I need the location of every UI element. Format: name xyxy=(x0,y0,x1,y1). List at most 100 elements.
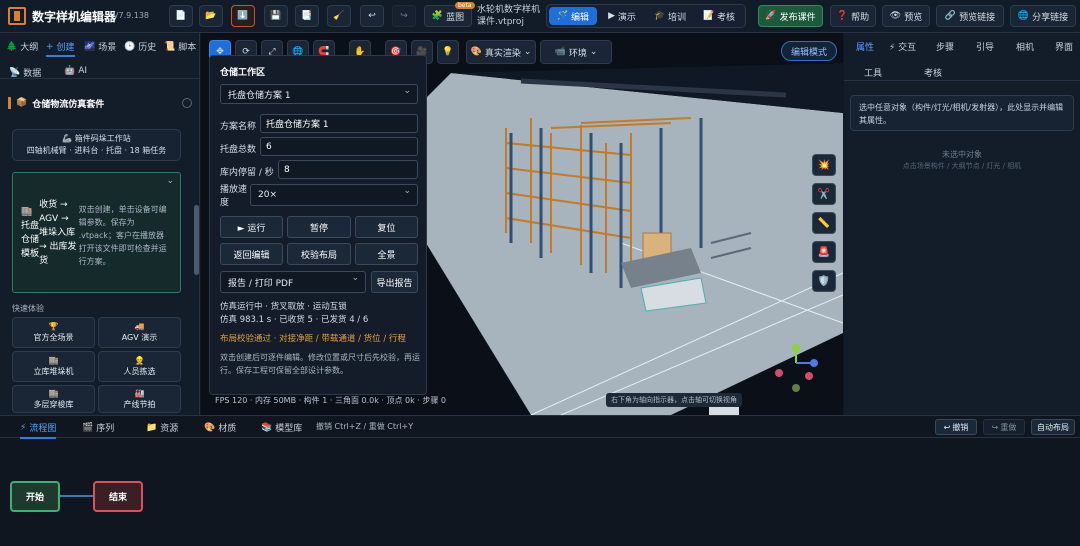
explode-tool[interactable]: 💥 xyxy=(812,154,836,176)
mode-exam[interactable]: 📝 考核 xyxy=(695,7,743,25)
save-button[interactable]: 💾 xyxy=(264,5,288,27)
flowchart-canvas[interactable] xyxy=(0,438,1080,546)
mode-demo[interactable]: ▶ 演示 xyxy=(599,7,645,25)
speed-select[interactable]: 20× xyxy=(250,184,418,206)
tab-ai[interactable]: 🤖 AI xyxy=(64,66,87,76)
undo-button[interactable]: ↩ 撤销 xyxy=(935,419,977,435)
render-select[interactable]: 🎨 真实渲染 ⌄ xyxy=(466,40,536,64)
import-button[interactable]: ⬇️ xyxy=(231,5,255,27)
preview-link-button[interactable]: 🔗 预览链接 xyxy=(936,5,1004,27)
export-report-button[interactable]: 导出报告 xyxy=(371,271,418,293)
preview-button[interactable]: 👁 预览 xyxy=(882,5,930,27)
tab-camera[interactable]: 相机 xyxy=(1016,40,1034,53)
open-file-button[interactable]: 📂 xyxy=(199,5,223,27)
node-start[interactable]: 开始 xyxy=(10,481,60,512)
mode-demo-label: 演示 xyxy=(617,12,636,23)
template-card-palletizing[interactable]: 🦾 箱件码垛工作站 四轴机械臂 · 进料台 · 托盘 · 18 箱任务 xyxy=(12,129,181,161)
clear-button[interactable]: 🧹 xyxy=(327,5,351,27)
tab-materials[interactable]: 🎨 材质 xyxy=(204,421,236,435)
redo-button[interactable]: ↪ xyxy=(392,5,416,27)
help-button[interactable]: ❓ 帮助 xyxy=(830,5,876,27)
run-button[interactable]: ► 运行 xyxy=(220,216,283,238)
dwell-time-input[interactable]: 8 xyxy=(278,160,418,179)
bottom-panel: ⚡ 流程图 🎬 序列 📁 资源 🎨 材质 📚 模型库 撤销 Ctrl+Z / 重做 Ctr… xyxy=(0,415,1080,546)
pause-button[interactable]: 暂停 xyxy=(287,216,351,238)
mode-edit[interactable]: 🪄 编辑 xyxy=(549,7,597,25)
eye-icon: 👁 xyxy=(889,11,902,21)
publish-button[interactable]: 🚀 发布课件 xyxy=(758,5,823,27)
tab-resources[interactable]: 📁 资源 xyxy=(146,421,178,435)
panorama-button[interactable]: 全景 xyxy=(355,243,418,265)
new-file-icon: 📄 xyxy=(175,11,187,21)
warehouse-workspace-panel: 仓储工作区 托盘仓储方案 1 方案名称 托盘仓储方案 1 托盘总数 6 库内停留… xyxy=(209,55,427,395)
tab-outline-label: 大纲 xyxy=(20,43,39,53)
axis-hint: 右下角为轴向指示器，点击轴可切换视角 xyxy=(606,393,742,407)
tab-history[interactable]: 🕒 历史 xyxy=(124,40,156,54)
quick-shuttle[interactable]: 🏬 多层穿梭库 xyxy=(12,385,95,413)
report-select[interactable]: 报告 / 打印 PDF xyxy=(220,271,366,293)
rocket-icon: 🚀 xyxy=(765,11,777,21)
undo-button[interactable]: ↩ xyxy=(360,5,384,27)
tab-tools[interactable]: 工具 xyxy=(864,66,882,79)
tab-flowchart[interactable]: ⚡ 流程图 xyxy=(20,421,57,439)
right-tabs: 属性 ⚡ 交互 步骤 引导 相机 界面 工具 考核 xyxy=(844,33,1080,81)
scheme-select[interactable]: 托盘仓储方案 1 xyxy=(220,84,418,104)
kit-header[interactable]: 📦 仓储物流仿真套件 xyxy=(8,93,192,113)
tab-outline[interactable]: 🌲 大纲 xyxy=(6,40,39,54)
quick-picking[interactable]: 👷 人员拣选 xyxy=(98,351,181,382)
save-as-button[interactable]: 📑 xyxy=(295,5,319,27)
tab-scene[interactable]: 🌌 场景 xyxy=(84,40,116,54)
quick-official-scene[interactable]: 🏆 官方全场景 xyxy=(12,317,95,348)
pallet-count-input[interactable]: 6 xyxy=(260,137,418,156)
quick-agv-demo[interactable]: 🚚 AGV 演示 xyxy=(98,317,181,348)
3d-viewport[interactable]: ✥ ⟳ ⤢ 🌐 🧲 ✋ 🎯 🎥 💡 🎨 真实渲染 ⌄ 📹 环境 ⌄ 编辑模式 💥 ✂️ … xyxy=(201,33,843,415)
preview-label: 预览 xyxy=(904,12,923,23)
light-tool[interactable]: 💡 xyxy=(437,40,459,64)
galaxy-icon: 🌌 xyxy=(84,41,96,52)
undo-label: 撤销 xyxy=(952,422,969,432)
tab-interaction[interactable]: ⚡ 交互 xyxy=(889,40,916,53)
scheme-name-input[interactable]: 托盘仓储方案 1 xyxy=(260,114,418,133)
tab-assessment[interactable]: 考核 xyxy=(924,66,942,79)
tab-script[interactable]: 📜 脚本 xyxy=(164,40,196,54)
edit-mode-pill[interactable]: 编辑模式 xyxy=(781,41,837,61)
tab-flowchart-label: 流程图 xyxy=(29,424,57,434)
redo-icon: ↪ xyxy=(991,422,999,432)
tab-model-library[interactable]: 📚 模型库 xyxy=(261,421,302,435)
share-link-button[interactable]: 🌐 分享链接 xyxy=(1010,5,1076,27)
broom-icon: 🧹 xyxy=(333,11,345,21)
publish-label: 发布课件 xyxy=(779,12,816,23)
tab-properties[interactable]: 属性 xyxy=(856,40,874,53)
tab-data[interactable]: 📡 数据 xyxy=(9,66,41,80)
truck-icon: 🚚 xyxy=(134,322,145,331)
package-icon: 📦 xyxy=(16,98,28,108)
new-file-button[interactable]: 📄 xyxy=(169,5,193,27)
project-name: 水轮机数字样机课件.vtproj xyxy=(477,5,541,27)
environment-select[interactable]: 📹 环境 ⌄ xyxy=(540,40,612,64)
tab-sequence[interactable]: 🎬 序列 xyxy=(82,421,114,435)
cut-tool[interactable]: ✂️ xyxy=(812,183,836,205)
quick-stacker-label: 立库堆垛机 xyxy=(33,367,74,376)
mode-training[interactable]: 🎓 培训 xyxy=(647,7,693,25)
validate-layout-button[interactable]: 校验布局 xyxy=(287,243,351,265)
tab-create-label: 创建 xyxy=(56,43,75,53)
tab-interface[interactable]: 界面 xyxy=(1055,40,1073,53)
warehouse-icon: 🏬 xyxy=(48,388,59,398)
tab-steps[interactable]: 步骤 xyxy=(936,40,954,53)
node-end[interactable]: 结束 xyxy=(93,481,143,512)
quick-stacker[interactable]: 🏬 立库堆垛机 xyxy=(12,351,95,382)
shield-tool[interactable]: 🛡️ xyxy=(812,270,836,292)
quick-line-takt[interactable]: 🏭 产线节拍 xyxy=(98,385,181,413)
measure-tool[interactable]: 📏 xyxy=(812,212,836,234)
clock-icon: 🕒 xyxy=(124,41,136,52)
auto-layout-button[interactable]: 自动布局 xyxy=(1031,419,1075,435)
tab-create[interactable]: + 创建 xyxy=(46,40,75,57)
template-card-pallet-storage[interactable]: 🏬 托盘仓储模板 收货 → AGV → 堆垛入库 → 出库发货 双击创建，单击设… xyxy=(12,172,181,293)
tab-guide[interactable]: 引导 xyxy=(976,40,994,53)
collapse-icon[interactable] xyxy=(182,98,192,108)
back-to-edit-button[interactable]: 返回编辑 xyxy=(220,243,283,265)
redo-button[interactable]: ↪ 重做 xyxy=(983,419,1025,435)
alarm-tool[interactable]: 🚨 xyxy=(812,241,836,263)
reset-button[interactable]: 复位 xyxy=(355,216,418,238)
left-scrollbar[interactable] xyxy=(194,205,199,275)
